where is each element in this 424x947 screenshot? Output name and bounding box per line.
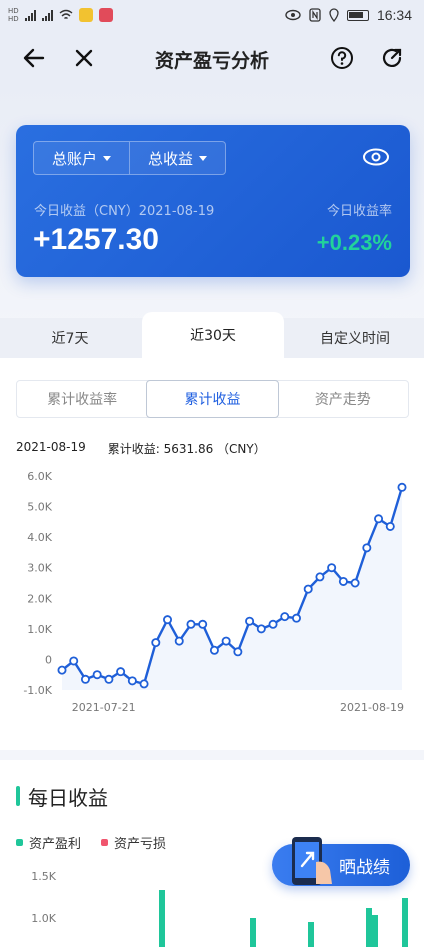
- account-dropdown-label: 总账户: [52, 149, 98, 168]
- cumulative-income-chart[interactable]: 6.0K 5.0K 4.0K 3.0K 2.0K 1.0K 0 -1.0K 2021-07-21…: [0, 458, 424, 718]
- metric-dropdown[interactable]: 总收益: [129, 142, 225, 174]
- app-notification-2-icon: [98, 8, 113, 22]
- metric-segment: 累计收益率 累计收益 资产走势: [16, 380, 409, 418]
- account-dropdown[interactable]: 总账户: [34, 142, 129, 174]
- data-point: [69, 656, 79, 666]
- daily-bar: [402, 898, 408, 947]
- x-tick-label: 2021-08-19: [340, 701, 404, 714]
- data-point: [104, 674, 114, 684]
- data-point: [139, 679, 149, 689]
- period-tabs: 近7天 近30天 自定义时间: [0, 312, 424, 358]
- segment-cumulative-income[interactable]: 累计收益: [146, 380, 279, 418]
- segment-return-rate[interactable]: 累计收益率: [17, 381, 147, 417]
- y-tick-label: 0: [45, 653, 52, 666]
- series-area: [62, 487, 402, 690]
- legend-loss: 资产亏损: [101, 833, 166, 852]
- data-point: [186, 619, 196, 629]
- today-rate-value: +0.23%: [316, 230, 392, 255]
- data-point: [303, 584, 313, 594]
- data-point: [245, 616, 255, 626]
- today-income-label: 今日收益（CNY）2021-08-19: [34, 204, 215, 219]
- data-point: [280, 612, 290, 622]
- y-tick-label: 3.0K: [27, 562, 52, 575]
- data-point: [362, 543, 372, 553]
- signal-2-icon: [41, 9, 53, 21]
- y-tick-label: 1.0K: [27, 623, 52, 636]
- profit-swatch: [16, 839, 23, 846]
- nav-bar: 资产盈亏分析: [0, 30, 424, 86]
- battery-icon: [346, 9, 369, 21]
- y-tick-label: 1.0K: [31, 912, 56, 925]
- tab-custom-time[interactable]: 自定义时间: [286, 318, 424, 358]
- status-bar: HD HD 16:34: [0, 0, 424, 30]
- y-tick-label: -1.0K: [23, 684, 52, 697]
- y-tick-label: 1.5K: [31, 870, 56, 883]
- data-point: [57, 665, 67, 675]
- chart-info-value: 累计收益: 5631.86 （CNY）: [107, 442, 266, 456]
- network-tags: HD HD: [8, 7, 19, 23]
- data-point: [127, 676, 137, 686]
- data-point: [198, 619, 208, 629]
- summary-card: 总账户 总收益 今日收益（CNY）2021-08-19 今日收益率 +1257.…: [16, 125, 410, 277]
- chart-panel: 累计收益率 累计收益 资产走势 2021-08-19 累计收益: 5631.86…: [0, 358, 424, 750]
- signal-icon: [24, 9, 36, 21]
- help-icon[interactable]: [326, 42, 358, 74]
- data-point: [268, 619, 278, 629]
- tab-7-days[interactable]: 近7天: [0, 318, 140, 358]
- chevron-down-icon: [103, 155, 112, 161]
- data-point: [374, 514, 384, 524]
- segment-asset-trend[interactable]: 资产走势: [278, 381, 408, 417]
- data-point: [80, 674, 90, 684]
- chevron-down-icon: [199, 155, 208, 161]
- x-tick-label: 2021-07-21: [72, 701, 136, 714]
- data-point: [256, 624, 266, 634]
- daily-bar: [366, 908, 372, 947]
- daily-bar: [372, 915, 378, 947]
- data-point: [209, 645, 219, 655]
- refresh-icon[interactable]: [376, 42, 408, 74]
- wifi-icon: [59, 9, 73, 20]
- daily-income-title: 每日收益: [28, 786, 108, 810]
- loss-swatch: [101, 839, 109, 846]
- daily-income-chart: 1.5K 1.0K: [31, 870, 408, 947]
- today-rate-label: 今日收益率: [326, 204, 392, 219]
- filter-dropdowns: 总账户 总收益: [33, 141, 227, 175]
- data-point: [116, 667, 126, 677]
- app-notification-icon: [78, 8, 93, 22]
- daily-bar: [159, 890, 165, 947]
- data-point: [327, 563, 337, 573]
- section-accent-bar: [16, 786, 20, 806]
- data-point: [315, 572, 325, 582]
- nfc-icon: [309, 8, 321, 22]
- data-point: [385, 521, 395, 531]
- location-icon: [329, 8, 339, 22]
- tab-30-days[interactable]: 近30天: [142, 312, 284, 358]
- eye-status-icon: [285, 9, 301, 21]
- page-title: 资产盈亏分析: [154, 50, 269, 72]
- daily-bar: [308, 922, 314, 947]
- data-point: [221, 636, 231, 646]
- chart-tooltip-info: 2021-08-19 累计收益: 5631.86 （CNY）: [16, 440, 266, 457]
- visibility-toggle-icon[interactable]: [362, 147, 390, 171]
- data-point: [291, 613, 301, 623]
- data-point: [338, 576, 348, 586]
- y-tick-label: 4.0K: [27, 531, 52, 544]
- data-point: [350, 578, 360, 588]
- data-point: [233, 647, 243, 657]
- today-income-value: +1257.30: [33, 223, 159, 256]
- daily-bar: [250, 918, 256, 947]
- chart-info-date: 2021-08-19: [16, 440, 86, 454]
- data-point: [163, 615, 173, 625]
- daily-legend: 资产盈利 资产亏损: [16, 833, 166, 852]
- metric-dropdown-label: 总收益: [148, 149, 194, 168]
- data-point: [174, 636, 184, 646]
- data-point: [151, 638, 161, 648]
- data-point: [92, 670, 102, 680]
- data-point: [397, 482, 407, 492]
- y-tick-label: 2.0K: [27, 592, 52, 605]
- clock: 16:34: [376, 7, 412, 23]
- y-tick-label: 5.0K: [27, 501, 52, 514]
- y-tick-label: 6.0K: [27, 470, 52, 483]
- legend-profit: 资产盈利: [16, 833, 81, 852]
